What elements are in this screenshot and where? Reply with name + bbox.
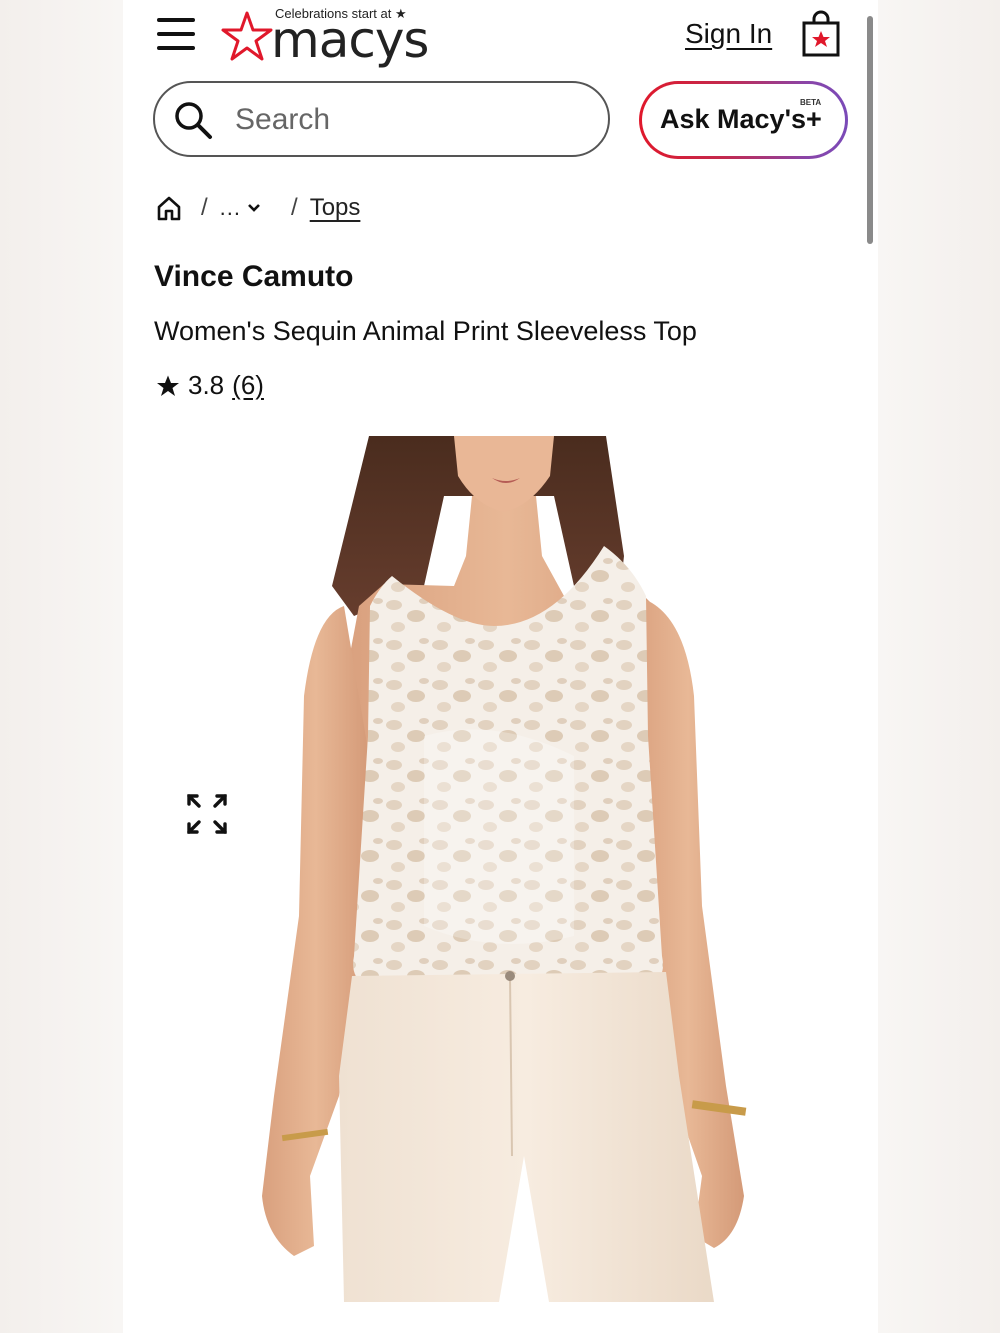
breadcrumb-separator: / (201, 194, 208, 221)
chevron-down-icon (248, 204, 260, 212)
breadcrumb-more-dropdown[interactable]: ... (220, 195, 261, 221)
product-rating[interactable]: 3.8 (6) (156, 370, 264, 401)
product-title: Women's Sequin Animal Print Sleeveless T… (154, 316, 697, 346)
product-page: Celebrations start at ★ macys Sign In As… (123, 0, 878, 1333)
macys-star-icon (221, 11, 273, 61)
macys-logo[interactable]: Celebrations start at ★ macys (221, 4, 436, 69)
product-image[interactable] (154, 436, 848, 1302)
breadcrumb-separator: / (291, 194, 298, 221)
home-icon[interactable] (155, 194, 183, 222)
search-bar[interactable] (153, 81, 610, 157)
breadcrumb-more-label: ... (219, 195, 242, 220)
breadcrumb-item-tops[interactable]: Tops (310, 194, 361, 222)
sign-in-link[interactable]: Sign In (685, 18, 772, 50)
review-count-link[interactable]: (6) (232, 370, 264, 401)
search-input[interactable] (233, 97, 597, 143)
ask-macys-label: Ask Macy's+ (660, 104, 822, 134)
expand-icon[interactable] (185, 792, 229, 836)
shopping-bag-icon[interactable] (801, 10, 841, 58)
product-photo (154, 436, 848, 1302)
right-backdrop (878, 0, 1000, 1333)
scrollbar[interactable] (867, 16, 873, 244)
breadcrumb: / ... / Tops (155, 192, 360, 224)
product-brand[interactable]: Vince Camuto (154, 260, 354, 294)
ask-macys-button[interactable]: Ask Macy's+ BETA (639, 81, 848, 159)
search-icon (175, 102, 212, 139)
menu-icon[interactable] (155, 16, 197, 52)
star-icon (157, 375, 179, 396)
logo-wordmark: macys (271, 11, 429, 69)
beta-badge: BETA (800, 98, 822, 107)
left-backdrop (0, 0, 123, 1333)
rating-value: 3.8 (188, 370, 225, 400)
